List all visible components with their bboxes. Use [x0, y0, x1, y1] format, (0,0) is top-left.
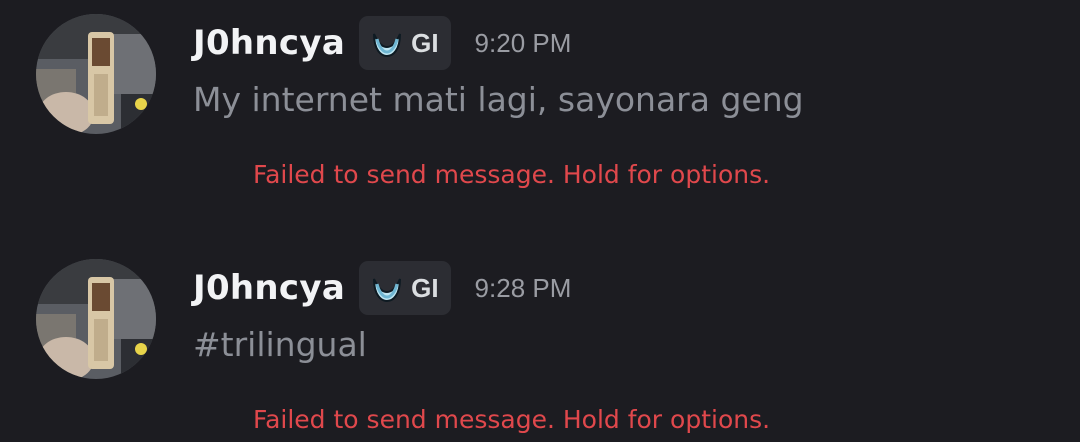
message-timestamp: 9:20 PM [474, 27, 572, 58]
guild-tag-moon-icon [373, 278, 402, 303]
send-failed-notice[interactable]: Failed to send message. Hold for options… [253, 160, 770, 189]
username[interactable]: J0hncya [193, 268, 345, 308]
guild-tag-text: GI [411, 272, 439, 303]
guild-tag-badge[interactable]: GI [359, 261, 451, 315]
guild-tag-badge[interactable]: GI [359, 16, 451, 70]
username[interactable]: J0hncya [193, 23, 345, 63]
user-avatar[interactable] [36, 14, 156, 134]
send-failed-notice[interactable]: Failed to send message. Hold for options… [253, 405, 770, 434]
guild-tag-moon-icon [373, 33, 402, 58]
message-content: #trilingual [193, 325, 367, 364]
user-avatar[interactable] [36, 259, 156, 379]
message-timestamp: 9:28 PM [474, 272, 572, 303]
message-header: J0hncya GI 9:28 PM [193, 261, 571, 315]
guild-tag-text: GI [411, 27, 439, 58]
message-content: My internet mati lagi, sayonara geng [193, 80, 804, 119]
message-header: J0hncya GI 9:20 PM [193, 16, 571, 70]
